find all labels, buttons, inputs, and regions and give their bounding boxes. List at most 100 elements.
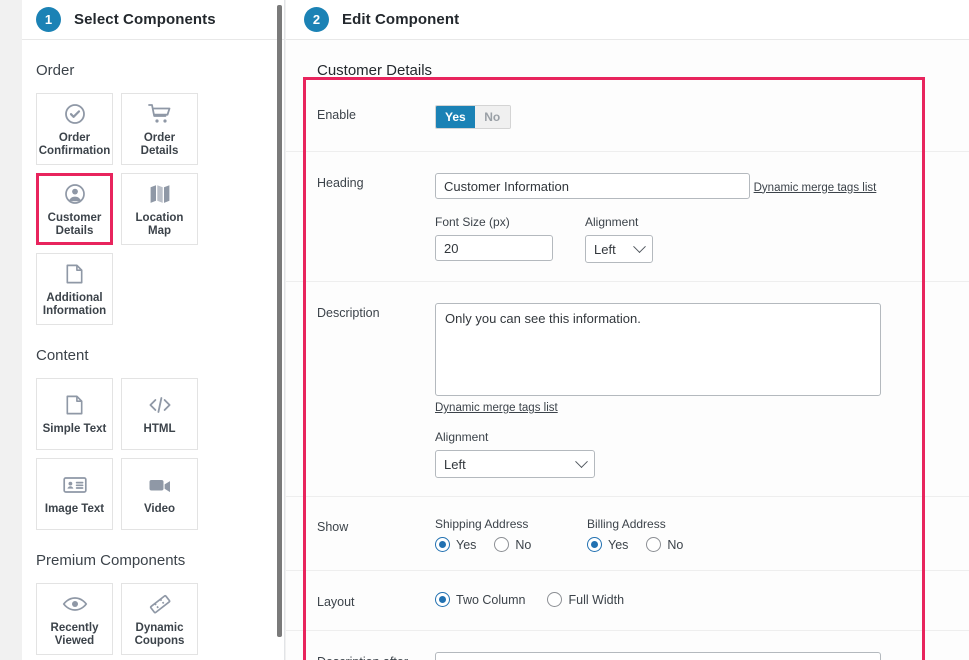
shipping-address-no[interactable]: No [494, 537, 531, 552]
step-2-badge: 2 [304, 7, 329, 32]
layout-options: Two Column Full Width [435, 592, 969, 607]
enable-toggle-no[interactable]: No [474, 106, 510, 128]
field-control-show: Shipping Address Yes No Billing Address … [435, 517, 969, 552]
field-control-description-after [435, 652, 969, 660]
enable-toggle[interactable]: Yes No [435, 105, 511, 129]
component-card-order-details[interactable]: Order Details [121, 93, 198, 165]
component-label: HTML [143, 423, 176, 435]
component-label: Video [143, 503, 176, 515]
component-grid-content: Simple Text HTML Image Text Video [36, 378, 270, 530]
radio-label: Yes [456, 537, 477, 552]
description-alignment-field: Alignment Left [435, 430, 595, 478]
radio-label: No [667, 537, 684, 552]
radio-icon[interactable] [435, 537, 450, 552]
user-circle-icon [63, 181, 87, 207]
heading-alignment-field: Alignment Left [585, 215, 653, 263]
heading-merge-tags-link[interactable]: Dynamic merge tags list [754, 182, 877, 194]
shipping-address-group: Shipping Address Yes No [435, 517, 587, 552]
billing-address-group: Billing Address Yes No [587, 517, 739, 552]
section-title-customer-details: Customer Details [317, 62, 433, 79]
eye-icon [62, 591, 88, 617]
component-label: Simple Text [42, 423, 107, 435]
heading-input[interactable] [435, 173, 750, 199]
component-card-dynamic-coupons[interactable]: Dynamic Coupons [121, 583, 198, 655]
description-merge-tags-link[interactable]: Dynamic merge tags list [435, 402, 558, 414]
edit-component-form: Customer Details Enable Yes No Heading D… [286, 40, 969, 660]
field-label-description-alignment: Alignment [435, 430, 489, 444]
radio-label: Yes [608, 537, 629, 552]
radio-icon[interactable] [646, 537, 662, 552]
description-after-textarea[interactable] [435, 652, 881, 660]
component-label: Customer Details [47, 211, 102, 237]
radio-icon[interactable] [547, 592, 563, 607]
component-label: Order Confirmation [38, 131, 111, 157]
field-label-billing-address: Billing Address [587, 517, 666, 531]
field-control-layout: Two Column Full Width [435, 592, 969, 607]
component-label: Additional Information [42, 291, 107, 317]
description-textarea[interactable]: Only you can see this information. [435, 303, 881, 396]
field-label-font-size: Font Size (px) [435, 215, 510, 229]
show-address-options: Shipping Address Yes No Billing Address … [435, 517, 969, 552]
check-circle-icon [63, 101, 87, 127]
field-control-enable: Yes No [435, 105, 969, 129]
component-grid-premium: Recently Viewed Dynamic Coupons [36, 583, 270, 660]
radio-icon[interactable] [435, 592, 450, 607]
chevron-down-icon [575, 454, 588, 468]
component-label: Dynamic Coupons [134, 621, 185, 647]
component-card-location-map[interactable]: Location Map [121, 173, 198, 245]
component-builder-screen: 1 Select Components Order Order Confirma… [0, 0, 969, 660]
component-card-order-confirmation[interactable]: Order Confirmation [36, 93, 113, 165]
heading-alignment-select[interactable]: Left [585, 235, 653, 263]
field-label-heading: Heading [317, 176, 364, 190]
field-label-description-after: Description after [317, 652, 435, 660]
layout-full-width[interactable]: Full Width [547, 592, 624, 607]
ticket-icon [147, 591, 173, 617]
font-size-field: Font Size (px) [435, 215, 553, 263]
component-card-html[interactable]: HTML [121, 378, 198, 450]
field-label-enable: Enable [317, 108, 356, 122]
font-size-input[interactable] [435, 235, 553, 261]
heading-alignment-value: Left [594, 241, 616, 257]
component-label: Order Details [140, 131, 179, 157]
document-icon [63, 392, 86, 418]
component-label: Recently Viewed [50, 621, 99, 647]
enable-toggle-yes[interactable]: Yes [436, 106, 475, 128]
field-label-heading-alignment: Alignment [585, 215, 639, 229]
component-card-image-text[interactable]: Image Text [36, 458, 113, 530]
component-card-video[interactable]: Video [121, 458, 198, 530]
document-icon [63, 261, 86, 287]
component-card-recently-viewed[interactable]: Recently Viewed [36, 583, 113, 655]
description-alignment-select[interactable]: Left [435, 450, 595, 478]
group-title-order: Order [36, 62, 75, 79]
group-title-content: Content [36, 347, 89, 364]
component-label: Image Text [44, 503, 105, 515]
field-control-description: Only you can see this information. Dynam… [435, 303, 969, 478]
field-control-heading: Dynamic merge tags list Font Size (px) A… [435, 173, 969, 263]
select-components-header: 1 Select Components [22, 0, 284, 40]
chevron-down-icon [633, 239, 646, 253]
field-label-show: Show [317, 520, 349, 534]
field-label-shipping-address: Shipping Address [435, 517, 529, 531]
field-label-layout: Layout [317, 595, 355, 609]
radio-icon[interactable] [494, 537, 510, 552]
sidebar-scrollbar-thumb[interactable] [277, 5, 282, 637]
shipping-address-yes[interactable]: Yes [435, 537, 476, 552]
radio-label: Full Width [568, 592, 625, 607]
select-components-panel: 1 Select Components Order Order Confirma… [22, 0, 285, 660]
billing-address-no[interactable]: No [646, 537, 683, 552]
component-card-simple-text[interactable]: Simple Text [36, 378, 113, 450]
component-card-customer-details[interactable]: Customer Details [36, 173, 113, 245]
component-grid-order: Order Confirmation Order Details Custome… [36, 93, 270, 325]
field-row-show: Show Shipping Address Yes No Billing Add… [286, 497, 969, 571]
radio-icon[interactable] [587, 537, 602, 552]
component-card-additional-information[interactable]: Additional Information [36, 253, 113, 325]
edit-component-panel: 2 Edit Component Customer Details Enable… [286, 0, 969, 660]
field-row-layout: Layout Two Column Full Width [286, 571, 969, 631]
layout-two-column[interactable]: Two Column [435, 592, 525, 607]
heading-sub-fields: Font Size (px) Alignment Left [435, 215, 969, 263]
video-camera-icon [147, 472, 173, 498]
select-components-title: Select Components [74, 11, 216, 28]
components-scroll-area[interactable]: Order Order Confirmation Order Details C… [22, 40, 284, 660]
billing-address-yes[interactable]: Yes [587, 537, 628, 552]
field-row-enable: Enable Yes No [286, 79, 969, 152]
